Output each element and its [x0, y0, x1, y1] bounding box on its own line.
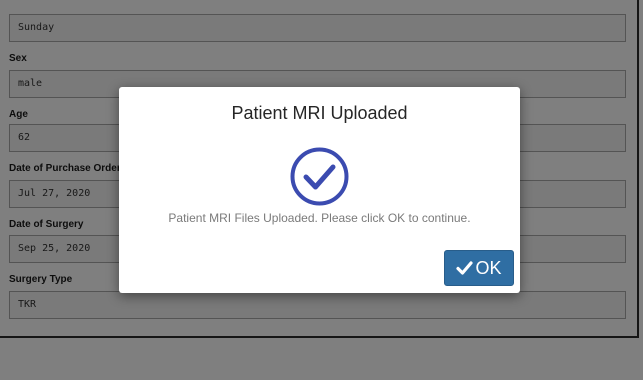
check-circle-icon: [290, 147, 349, 206]
ok-button-label: OK: [475, 257, 502, 278]
ok-button[interactable]: OK: [444, 250, 514, 286]
dialog-message: Patient MRI Files Uploaded. Please click…: [168, 211, 471, 225]
upload-success-dialog: Patient MRI Uploaded Patient MRI Files U…: [119, 87, 520, 293]
dialog-title: Patient MRI Uploaded: [231, 103, 408, 123]
checkmark-icon: [456, 261, 474, 275]
